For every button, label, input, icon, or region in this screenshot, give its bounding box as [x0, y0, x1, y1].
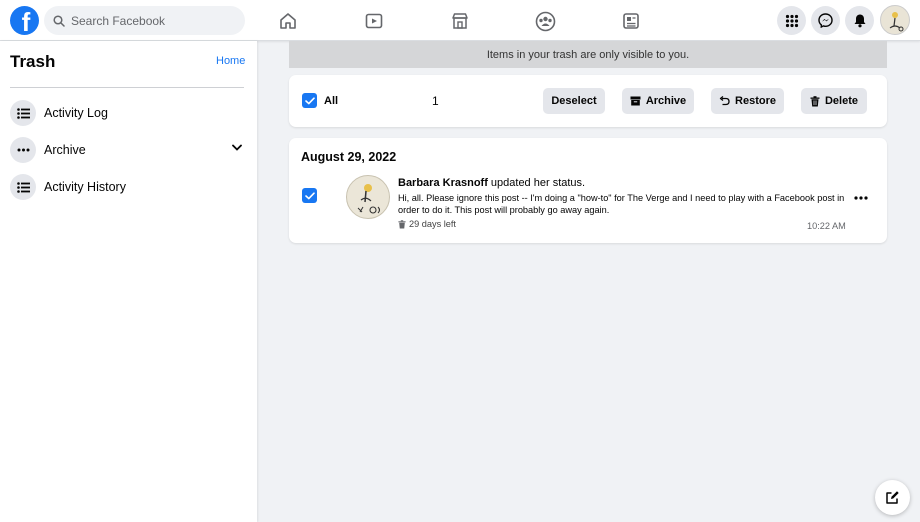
trash-icon	[810, 95, 820, 106]
menu-grid-icon[interactable]	[777, 6, 806, 35]
marketplace-icon[interactable]	[447, 8, 473, 34]
new-message-button[interactable]	[875, 480, 910, 515]
visibility-banner: Items in your trash are only visible to …	[289, 41, 887, 68]
delete-label: Delete	[824, 95, 859, 107]
deselect-button[interactable]: Deselect	[543, 88, 605, 114]
trash-date-group: August 29, 2022 Barbara Krasnoff updated…	[289, 138, 887, 243]
trash-icon	[398, 219, 406, 228]
post-action: updated her status.	[487, 177, 586, 189]
home-link[interactable]: Home	[216, 55, 245, 67]
archive-label: Archive	[645, 95, 687, 107]
compose-icon	[886, 491, 899, 504]
deselect-label: Deselect	[551, 95, 597, 107]
sidebar: Trash Home Activity Log Archive Activity…	[0, 41, 257, 522]
watch-icon[interactable]	[361, 8, 387, 34]
sidebar-item-activity-log[interactable]: Activity Log	[10, 98, 244, 128]
restore-label: Restore	[735, 95, 776, 107]
days-left-label: 29 days left	[409, 219, 456, 229]
groups-icon[interactable]	[532, 8, 558, 34]
list-icon	[10, 174, 36, 200]
facebook-logo[interactable]: f	[10, 6, 39, 35]
news-icon[interactable]	[618, 8, 644, 34]
check-icon	[304, 96, 315, 104]
bulk-action-toolbar: All 1 Deselect Archive Restore Delete	[289, 75, 887, 127]
selected-count: 1	[432, 94, 439, 108]
check-icon	[304, 191, 315, 199]
home-icon[interactable]	[275, 8, 301, 34]
post-headline: Barbara Krasnoff updated her status.	[398, 177, 585, 189]
item-checkbox[interactable]	[302, 188, 317, 203]
archive-icon	[630, 96, 641, 106]
post-timestamp: 10:22 AM	[807, 221, 846, 231]
chevron-down-icon[interactable]	[232, 144, 242, 152]
messenger-icon[interactable]	[811, 6, 840, 35]
select-all-label: All	[324, 95, 339, 107]
avatar[interactable]	[346, 175, 390, 219]
restore-icon	[719, 96, 730, 106]
sidebar-item-archive[interactable]: Archive	[10, 135, 244, 165]
sidebar-item-label: Activity History	[44, 180, 126, 194]
sidebar-divider	[10, 87, 244, 88]
top-navigation-bar: f	[0, 0, 920, 41]
list-icon	[10, 100, 36, 126]
sidebar-item-label: Archive	[44, 143, 86, 157]
restore-button[interactable]: Restore	[711, 88, 784, 114]
facebook-logo-letter: f	[21, 7, 31, 35]
archive-button[interactable]: Archive	[622, 88, 694, 114]
group-date: August 29, 2022	[301, 150, 397, 164]
more-horizontal-icon	[10, 137, 36, 163]
search-box[interactable]	[44, 6, 245, 35]
days-left-indicator: 29 days left	[398, 219, 456, 229]
more-options-icon[interactable]	[854, 196, 868, 200]
profile-avatar[interactable]	[880, 5, 910, 35]
delete-button[interactable]: Delete	[801, 88, 867, 114]
sidebar-item-activity-history[interactable]: Activity History	[10, 172, 244, 202]
search-input[interactable]	[71, 13, 231, 28]
search-icon	[53, 14, 65, 27]
sidebar-item-label: Activity Log	[44, 106, 108, 120]
select-all-checkbox[interactable]	[302, 93, 317, 108]
post-author[interactable]: Barbara Krasnoff	[398, 177, 488, 189]
page-title: Trash	[10, 52, 56, 71]
notifications-icon[interactable]	[845, 6, 874, 35]
post-text: Hi, all. Please ignore this post -- I'm …	[398, 193, 845, 215]
